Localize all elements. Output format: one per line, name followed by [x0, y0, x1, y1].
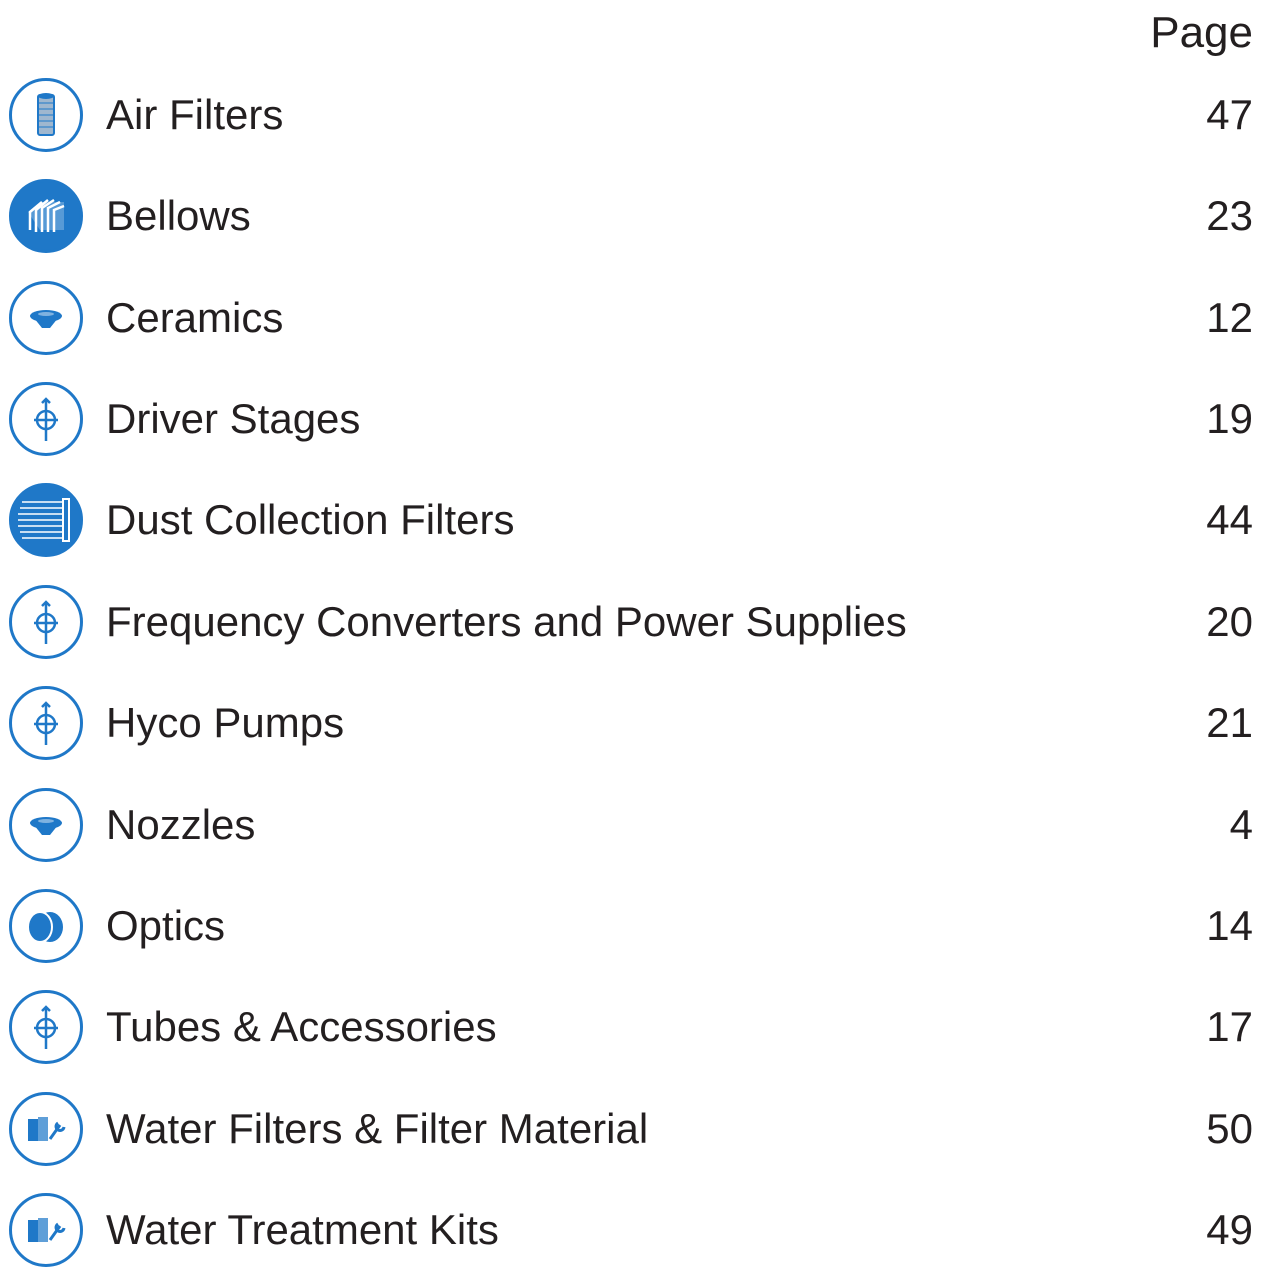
bellows-icon	[9, 178, 83, 253]
toc-entry[interactable]: Dust Collection Filters 44	[0, 469, 1263, 570]
toc-entry[interactable]: Hyco Pumps 21	[0, 672, 1263, 773]
toc-entry-page: 50	[1206, 1104, 1253, 1152]
toc-entry-page: 14	[1206, 901, 1253, 949]
toc-entry-title: Hyco Pumps	[106, 698, 345, 746]
toc-entry-page: 47	[1206, 90, 1253, 138]
toc-entry-page: 19	[1206, 394, 1253, 442]
toc-entry[interactable]: Air Filters 47	[0, 64, 1263, 165]
air-filter-icon	[9, 77, 83, 152]
toc-entry[interactable]: Tubes & Accessories 17	[0, 976, 1263, 1077]
toc-entry[interactable]: Water Treatment Kits 49	[0, 1179, 1263, 1280]
toc-entry[interactable]: Frequency Converters and Power Supplies …	[0, 571, 1263, 672]
toc-entry-page: 12	[1206, 293, 1253, 341]
toc-entry[interactable]: Optics 14	[0, 875, 1263, 976]
page-column-header: Page	[1150, 8, 1253, 57]
ceramic-icon	[9, 280, 83, 355]
toc-entry-title: Tubes & Accessories	[106, 1002, 497, 1050]
toc-entry-page: 20	[1206, 597, 1253, 645]
toc-entry-title: Driver Stages	[106, 394, 361, 442]
toc-entry-title: Ceramics	[106, 293, 284, 341]
toc-entry[interactable]: Water Filters & Filter Material 50	[0, 1078, 1263, 1179]
tube-icon	[9, 381, 83, 456]
toc-entry-title: Water Filters & Filter Material	[106, 1104, 649, 1152]
toc-entry-page: 23	[1206, 191, 1253, 239]
toc-entry-title: Frequency Converters and Power Supplies	[106, 597, 907, 645]
tube-icon	[9, 584, 83, 659]
optics-icon	[9, 888, 83, 963]
toc-entry[interactable]: Driver Stages 19	[0, 368, 1263, 469]
toc-entry-page: 21	[1206, 698, 1253, 746]
toc-entry-title: Nozzles	[106, 800, 256, 848]
toc-entry-page: 4	[1229, 800, 1253, 848]
toc-entry-title: Air Filters	[106, 90, 284, 138]
toc-entry-page: 17	[1206, 1002, 1253, 1050]
tube-icon	[9, 989, 83, 1064]
toc-entry-page: 44	[1206, 495, 1253, 543]
toc-entry[interactable]: Ceramics 12	[0, 267, 1263, 368]
toc-entry[interactable]: Nozzles 4	[0, 774, 1263, 875]
water-kit-icon	[9, 1192, 83, 1267]
water-kit-icon	[9, 1091, 83, 1166]
toc-entry-title: Water Treatment Kits	[106, 1205, 499, 1253]
toc-entry-title: Bellows	[106, 191, 251, 239]
toc-entry-title: Dust Collection Filters	[106, 495, 515, 543]
toc-entry-page: 49	[1206, 1205, 1253, 1253]
toc-entry[interactable]: Bellows 23	[0, 165, 1263, 266]
tube-icon	[9, 685, 83, 760]
dust-filter-icon	[9, 482, 83, 557]
ceramic-icon	[9, 787, 83, 862]
toc-entry-title: Optics	[106, 901, 226, 949]
